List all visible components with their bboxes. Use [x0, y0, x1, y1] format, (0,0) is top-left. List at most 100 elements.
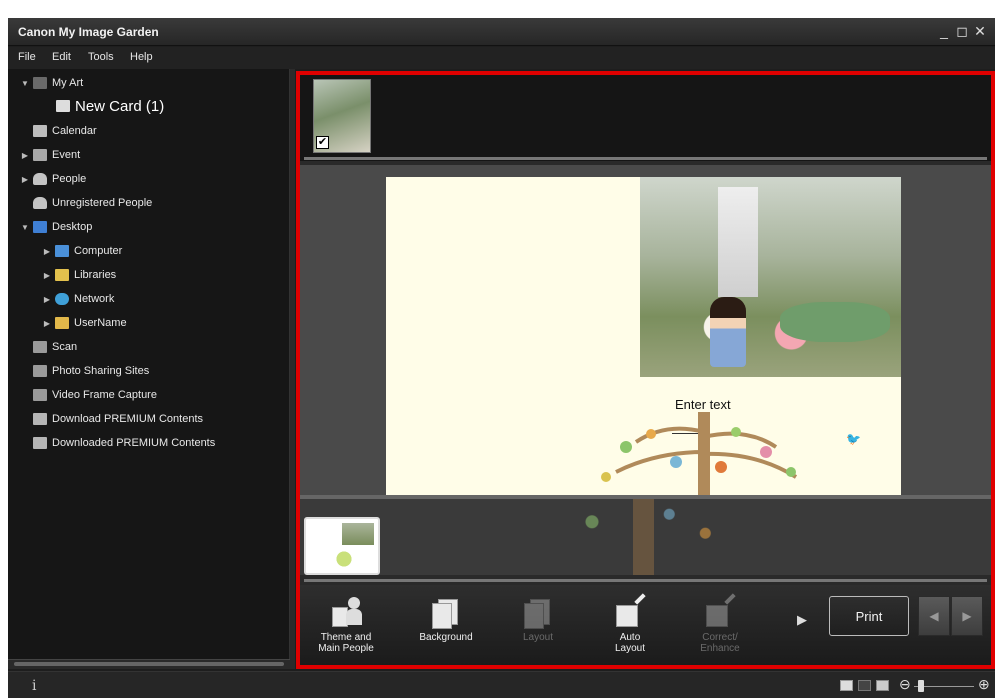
- theme-main-people-button[interactable]: Theme and Main People: [308, 589, 384, 661]
- zoom-out-icon[interactable]: ⊖: [899, 676, 911, 693]
- menu-tools[interactable]: Tools: [88, 51, 114, 63]
- sidebar-tree: ▼ My Art New Card (1) Calendar ▶ Event ▶…: [8, 69, 290, 669]
- leaf: [670, 456, 682, 468]
- expand-arrow-icon[interactable]: ▼: [20, 79, 30, 88]
- menu-file[interactable]: File: [18, 51, 36, 63]
- auto-layout-icon: [612, 593, 648, 629]
- auto-layout-button[interactable]: Auto Layout: [592, 589, 668, 661]
- close-button[interactable]: ✕: [972, 23, 988, 39]
- tool-label: Main People: [318, 643, 374, 654]
- bird-icon: 🐦: [846, 432, 861, 446]
- expand-arrow-icon[interactable]: ▶: [42, 295, 52, 304]
- page-strip: [300, 495, 991, 575]
- event-icon: [33, 149, 47, 161]
- sidebar-item-label: Video Frame Capture: [52, 389, 157, 401]
- expand-arrow-icon[interactable]: ▶: [42, 271, 52, 280]
- sidebar-item-video-frame-capture[interactable]: Video Frame Capture: [30, 385, 157, 405]
- menu-help[interactable]: Help: [130, 51, 153, 63]
- app-window: Canon My Image Garden _ ◻ ✕ File Edit To…: [8, 18, 995, 698]
- sidebar-item-label: Unregistered People: [52, 197, 153, 209]
- sidebar-item-calendar[interactable]: Calendar: [30, 121, 97, 141]
- sidebar-item-network[interactable]: ▶ Network: [42, 289, 114, 309]
- layout-button[interactable]: Layout: [500, 589, 576, 661]
- menu-edit[interactable]: Edit: [52, 51, 71, 63]
- whole-view-icon[interactable]: [840, 680, 853, 691]
- sidebar-item-desktop[interactable]: ▼ Desktop: [20, 217, 92, 237]
- tool-label: Correct/: [702, 632, 738, 643]
- more-tools-arrow-icon[interactable]: ▶: [797, 612, 811, 632]
- photo-sharing-icon: [33, 365, 47, 377]
- editing-area: ✔ Enter text 🐦 Theme and Main People Bac…: [296, 71, 995, 669]
- zoom-in-icon[interactable]: ⊕: [978, 676, 990, 693]
- my-art-icon: [33, 77, 47, 89]
- fit-view-icon[interactable]: [876, 680, 889, 691]
- network-icon: [55, 293, 69, 305]
- sidebar-item-label: Photo Sharing Sites: [52, 365, 150, 377]
- sidebar-item-libraries[interactable]: ▶ Libraries: [42, 265, 116, 285]
- card-overflow-preview: [386, 499, 901, 575]
- correct-enhance-button[interactable]: Correct/ Enhance: [682, 589, 758, 661]
- tool-label: Layout: [522, 632, 554, 643]
- sidebar-item-photo-sharing-sites[interactable]: Photo Sharing Sites: [30, 361, 149, 381]
- expand-arrow-icon[interactable]: ▼: [20, 223, 30, 232]
- libraries-icon: [55, 269, 69, 281]
- photo-pillar: [718, 187, 758, 297]
- sidebar-item-label: Download PREMIUM Contents: [52, 413, 204, 425]
- print-button[interactable]: Print: [829, 596, 909, 636]
- background-button[interactable]: Background: [408, 589, 484, 661]
- page-thumbnail[interactable]: [304, 517, 380, 575]
- sidebar-item-label: Network: [74, 293, 115, 305]
- sidebar-item-my-art[interactable]: ▼ My Art: [20, 73, 83, 93]
- expand-arrow-icon[interactable]: ▶: [42, 319, 52, 328]
- restore-button[interactable]: ◻: [954, 23, 970, 39]
- leaf: [646, 429, 656, 439]
- expand-arrow-icon[interactable]: ▶: [20, 151, 30, 160]
- sidebar-scrollbar[interactable]: [8, 659, 290, 669]
- photo-frame[interactable]: [640, 177, 901, 377]
- list-view-icon[interactable]: [858, 680, 871, 691]
- tree-illustration: [601, 412, 798, 495]
- sidebar-item-people[interactable]: ▶ People: [20, 169, 86, 189]
- image-thumbnail[interactable]: ✔: [313, 79, 371, 153]
- panel-splitter[interactable]: [290, 69, 295, 669]
- tool-label: Layout: [614, 643, 646, 654]
- info-icon[interactable]: i: [32, 678, 36, 694]
- thumbnail-photo: [342, 523, 374, 545]
- page-strip-scrollbar[interactable]: [304, 579, 987, 582]
- person-icon: [33, 197, 47, 209]
- sidebar-item-scan[interactable]: Scan: [30, 337, 77, 357]
- leaf: [620, 441, 632, 453]
- desktop-icon: [33, 221, 47, 233]
- sidebar-item-username[interactable]: ▶ UserName: [42, 313, 127, 333]
- sidebar-item-event[interactable]: ▶ Event: [20, 145, 80, 165]
- sidebar-item-unregistered-people[interactable]: Unregistered People: [30, 193, 152, 213]
- sidebar-item-label: UserName: [74, 317, 127, 329]
- expand-arrow-icon[interactable]: ▶: [20, 175, 30, 184]
- zoom-slider-thumb[interactable]: [918, 680, 925, 692]
- photo-table: [780, 302, 890, 342]
- expand-arrow-icon[interactable]: ▶: [42, 247, 52, 256]
- card-page[interactable]: Enter text 🐦: [386, 177, 901, 495]
- sidebar-item-download-premium[interactable]: Download PREMIUM Contents: [30, 409, 203, 429]
- card-canvas-area: Enter text 🐦: [300, 165, 991, 495]
- leaf: [760, 446, 772, 458]
- video-capture-icon: [33, 389, 47, 401]
- sidebar-item-computer[interactable]: ▶ Computer: [42, 241, 122, 261]
- next-page-button[interactable]: ▶: [951, 596, 983, 636]
- sidebar-item-label: Libraries: [74, 269, 117, 281]
- sidebar-item-new-card[interactable]: New Card (1): [53, 94, 164, 118]
- checkbox[interactable]: ✔: [316, 136, 329, 149]
- theme-people-icon: [328, 597, 364, 629]
- minimize-button[interactable]: _: [936, 23, 952, 39]
- menu-bar: File Edit Tools Help: [8, 47, 995, 69]
- scrollbar-thumb[interactable]: [14, 662, 284, 666]
- material-strip: ✔: [300, 75, 991, 161]
- tool-label: Auto: [619, 632, 641, 643]
- leaf: [601, 472, 611, 482]
- download-icon: [33, 413, 47, 425]
- app-title: Canon My Image Garden: [18, 25, 159, 39]
- sidebar-item-label: Desktop: [52, 221, 93, 233]
- strip-scrollbar[interactable]: [304, 157, 987, 160]
- sidebar-item-downloaded-premium[interactable]: Downloaded PREMIUM Contents: [30, 433, 215, 453]
- previous-page-button[interactable]: ◀: [918, 596, 950, 636]
